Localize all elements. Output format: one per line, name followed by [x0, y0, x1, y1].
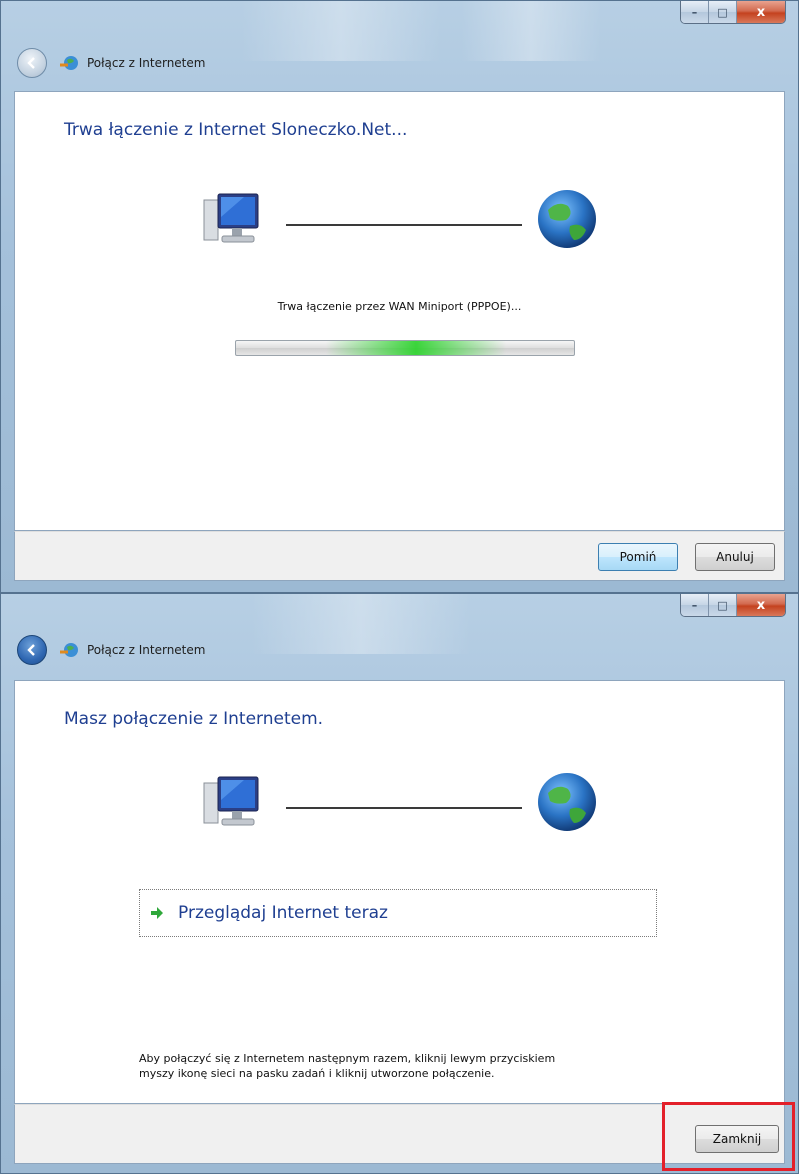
network-connection-icon	[60, 643, 78, 657]
minimize-button[interactable]: –	[681, 594, 709, 616]
content-panel: Trwa łączenie z Internet Sloneczko.Net..…	[14, 91, 785, 531]
highlight-annotation	[662, 1102, 795, 1171]
title-row: Połącz z Internetem	[17, 632, 205, 668]
browse-internet-label: Przeglądaj Internet teraz	[178, 903, 388, 923]
back-arrow-icon[interactable]	[17, 635, 47, 665]
connection-diagram	[200, 188, 600, 258]
content-panel: Masz połączenie z Internetem. Przeglądaj…	[14, 680, 785, 1104]
info-text: Aby połączyć się z Internetem następnym …	[139, 1052, 556, 1080]
close-window-button[interactable]: x	[737, 1, 785, 23]
connecting-window: – □ x Połącz z Internetem Trwa łączenie …	[0, 0, 799, 593]
browse-internet-link[interactable]: Przeglądaj Internet teraz	[139, 889, 657, 937]
network-connection-icon	[60, 56, 78, 70]
progress-indicator	[326, 341, 506, 355]
connection-line	[286, 224, 522, 226]
back-arrow-icon[interactable]	[17, 48, 47, 78]
page-heading: Trwa łączenie z Internet Sloneczko.Net..…	[64, 120, 408, 140]
status-text: Trwa łączenie przez WAN Miniport (PPPOE)…	[277, 300, 522, 313]
glass-reflection	[461, 1, 601, 61]
globe-icon	[538, 773, 596, 831]
computer-icon	[203, 193, 259, 243]
progress-bar	[235, 340, 575, 356]
connected-window: – □ x Połącz z Internetem Masz połączeni…	[0, 593, 799, 1174]
window-title: Połącz z Internetem	[87, 643, 206, 657]
skip-button[interactable]: Pomiń	[598, 543, 678, 571]
cancel-button[interactable]: Anuluj	[695, 543, 775, 571]
glass-reflection	[251, 594, 471, 654]
glass-reflection	[241, 1, 441, 61]
green-arrow-icon	[151, 907, 163, 919]
page-heading: Masz połączenie z Internetem.	[64, 709, 324, 729]
title-row: Połącz z Internetem	[17, 45, 205, 81]
computer-icon	[203, 776, 259, 826]
minimize-button[interactable]: –	[681, 1, 709, 23]
caption-buttons: – □ x	[680, 594, 786, 617]
maximize-button[interactable]: □	[709, 1, 737, 23]
globe-icon	[538, 190, 596, 248]
caption-buttons: – □ x	[680, 1, 786, 24]
window-title: Połącz z Internetem	[87, 56, 206, 70]
button-bar: Pomiń Anuluj	[14, 531, 785, 581]
connection-line	[286, 807, 522, 809]
close-window-button[interactable]: x	[737, 594, 785, 616]
connection-diagram	[200, 771, 600, 841]
maximize-button[interactable]: □	[709, 594, 737, 616]
